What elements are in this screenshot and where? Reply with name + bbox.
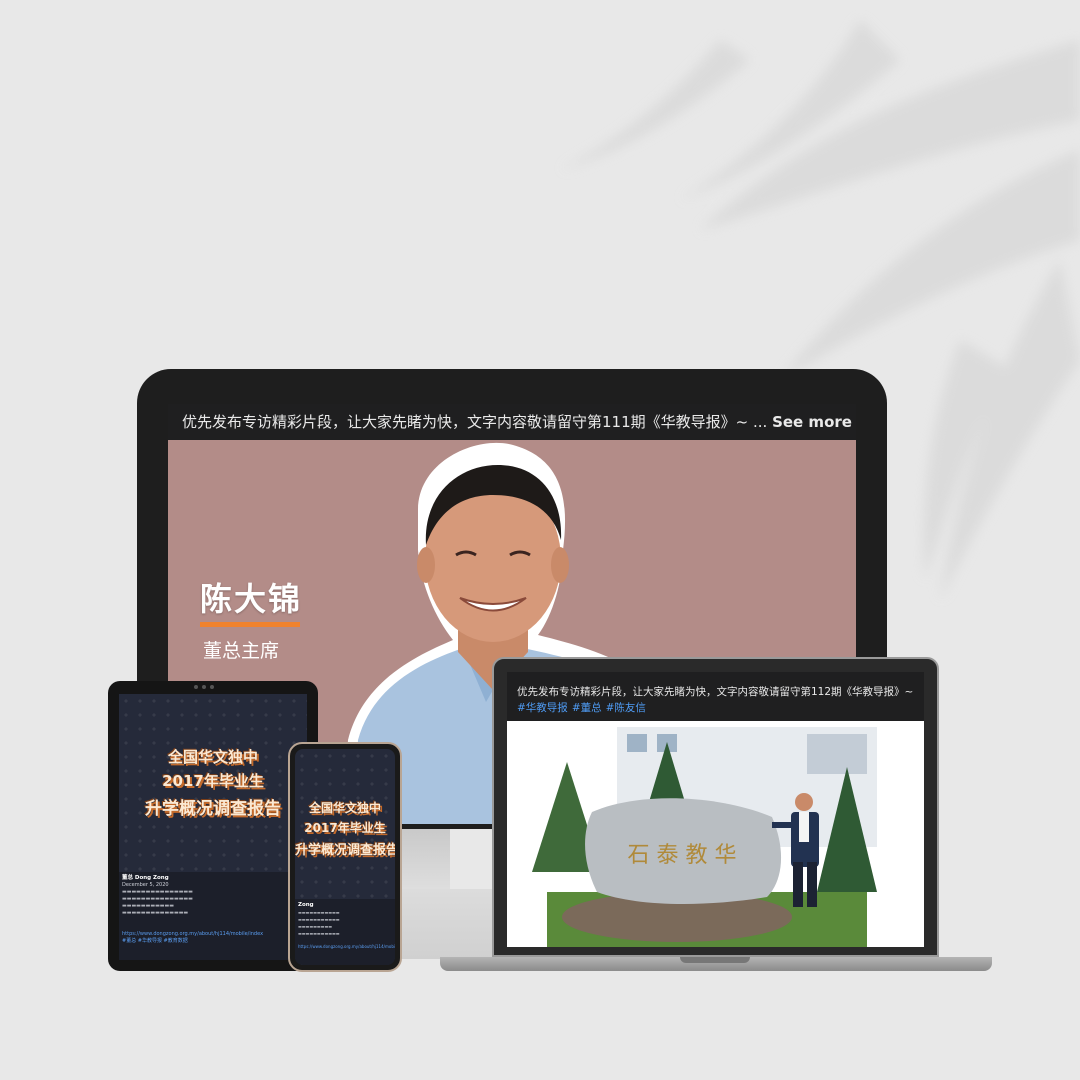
camera-dot [194, 685, 198, 689]
stone-monument-photo[interactable]: 石 泰 教 华 [507, 722, 924, 947]
post-caption: 优先发布专访精彩片段，让大家先睹为快，文字内容敬请留守第111期《华教导报》~ … [168, 404, 856, 440]
see-more-link[interactable]: See more [772, 413, 852, 431]
speaker-name: 陈大锦 [200, 580, 303, 618]
post-hashtags: #华教导报 #董总 #陈友信 [517, 700, 914, 716]
graphic-title-line1: 全国华文独中 [167, 748, 258, 766]
laptop-notch [680, 957, 750, 963]
post-author[interactable]: 董总 Dong Zong [122, 875, 304, 882]
phone-graphic[interactable]: 全国华文独中 2017年毕业生 升学概况调查报告 [295, 749, 395, 899]
post-link[interactable]: https://www.dongzong.org.my/about/hj114/… [298, 943, 395, 950]
graphic-title-line2: 2017年毕业生 [162, 772, 264, 790]
post-caption: 优先发布专访精彩片段，让大家先睹为快，文字内容敬请留守第112期《华教导报》~ [517, 686, 914, 698]
tablet-post-body: 董总 Dong Zong December 5, 2020 ▬▬▬▬▬▬▬▬▬▬… [119, 872, 307, 960]
hashtag-link[interactable]: #陈友信 [606, 702, 646, 714]
camera-dot [210, 685, 214, 689]
stone-inscription: 石 泰 教 华 [628, 843, 737, 868]
speaker-role: 董总主席 [203, 640, 280, 662]
phone-device: 全国华文独中 2017年毕业生 升学概况调查报告 Zong ▬▬▬▬▬▬▬▬▬▬… [288, 742, 402, 972]
post-tags[interactable]: #董总 #华教导报 #教育数据 [122, 938, 304, 945]
tablet-device: 全国华文独中 2017年毕业生 升学概况调查报告 董总 Dong Zong De… [108, 681, 318, 971]
graphic-title-line3: 升学概况调查报告 [145, 799, 281, 819]
graphic-title-line3: 升学概况调查报告 [295, 843, 395, 858]
post-author[interactable]: Zong [298, 902, 392, 909]
laptop-post-header: 优先发布专访精彩片段，让大家先睹为快，文字内容敬请留守第112期《华教导报》~ … [507, 672, 924, 721]
post-body-text: ▬▬▬▬▬▬▬▬▬▬▬▬▬▬▬▬▬▬▬▬▬▬▬▬▬▬▬▬▬▬▬▬▬▬▬▬▬▬▬▬… [122, 889, 193, 916]
tablet-graphic[interactable]: 全国华文独中 2017年毕业生 升学概况调查报告 [119, 694, 307, 872]
post-body-text: ▬▬▬▬▬▬▬▬▬▬▬▬▬▬▬▬▬▬▬▬▬▬▬▬▬▬▬▬▬▬▬▬▬▬▬▬▬▬▬▬… [298, 910, 340, 936]
tablet-screen: 全国华文独中 2017年毕业生 升学概况调查报告 董总 Dong Zong De… [119, 694, 307, 960]
graphic-title-line1: 全国华文独中 [308, 801, 381, 815]
laptop-screen: 优先发布专访精彩片段，让大家先睹为快，文字内容敬请留守第112期《华教导报》~ … [507, 672, 924, 947]
phone-post-body: Zong ▬▬▬▬▬▬▬▬▬▬▬ ▬▬▬▬▬▬▬▬▬▬▬ ▬▬▬▬▬▬▬▬▬ ▬▬▬▬… [295, 899, 395, 965]
graphic-title-line2: 2017年毕业生 [304, 821, 386, 835]
phone-screen: 全国华文独中 2017年毕业生 升学概况调查报告 Zong ▬▬▬▬▬▬▬▬▬▬… [295, 749, 395, 965]
laptop-device: 优先发布专访精彩片段，让大家先睹为快，文字内容敬请留守第112期《华教导报》~ … [492, 657, 939, 957]
post-link[interactable]: https://www.dongzong.org.my/about/hj114/… [122, 931, 304, 938]
camera-dot [202, 685, 206, 689]
caption-text: 优先发布专访精彩片段，让大家先睹为快，文字内容敬请留守第111期《华教导报》~ … [182, 413, 768, 431]
post-date: December 5, 2020 [122, 882, 169, 888]
hashtag-link[interactable]: #董总 [572, 702, 602, 714]
name-accent-bar [200, 622, 300, 627]
hashtag-link[interactable]: #华教导报 [517, 702, 568, 714]
